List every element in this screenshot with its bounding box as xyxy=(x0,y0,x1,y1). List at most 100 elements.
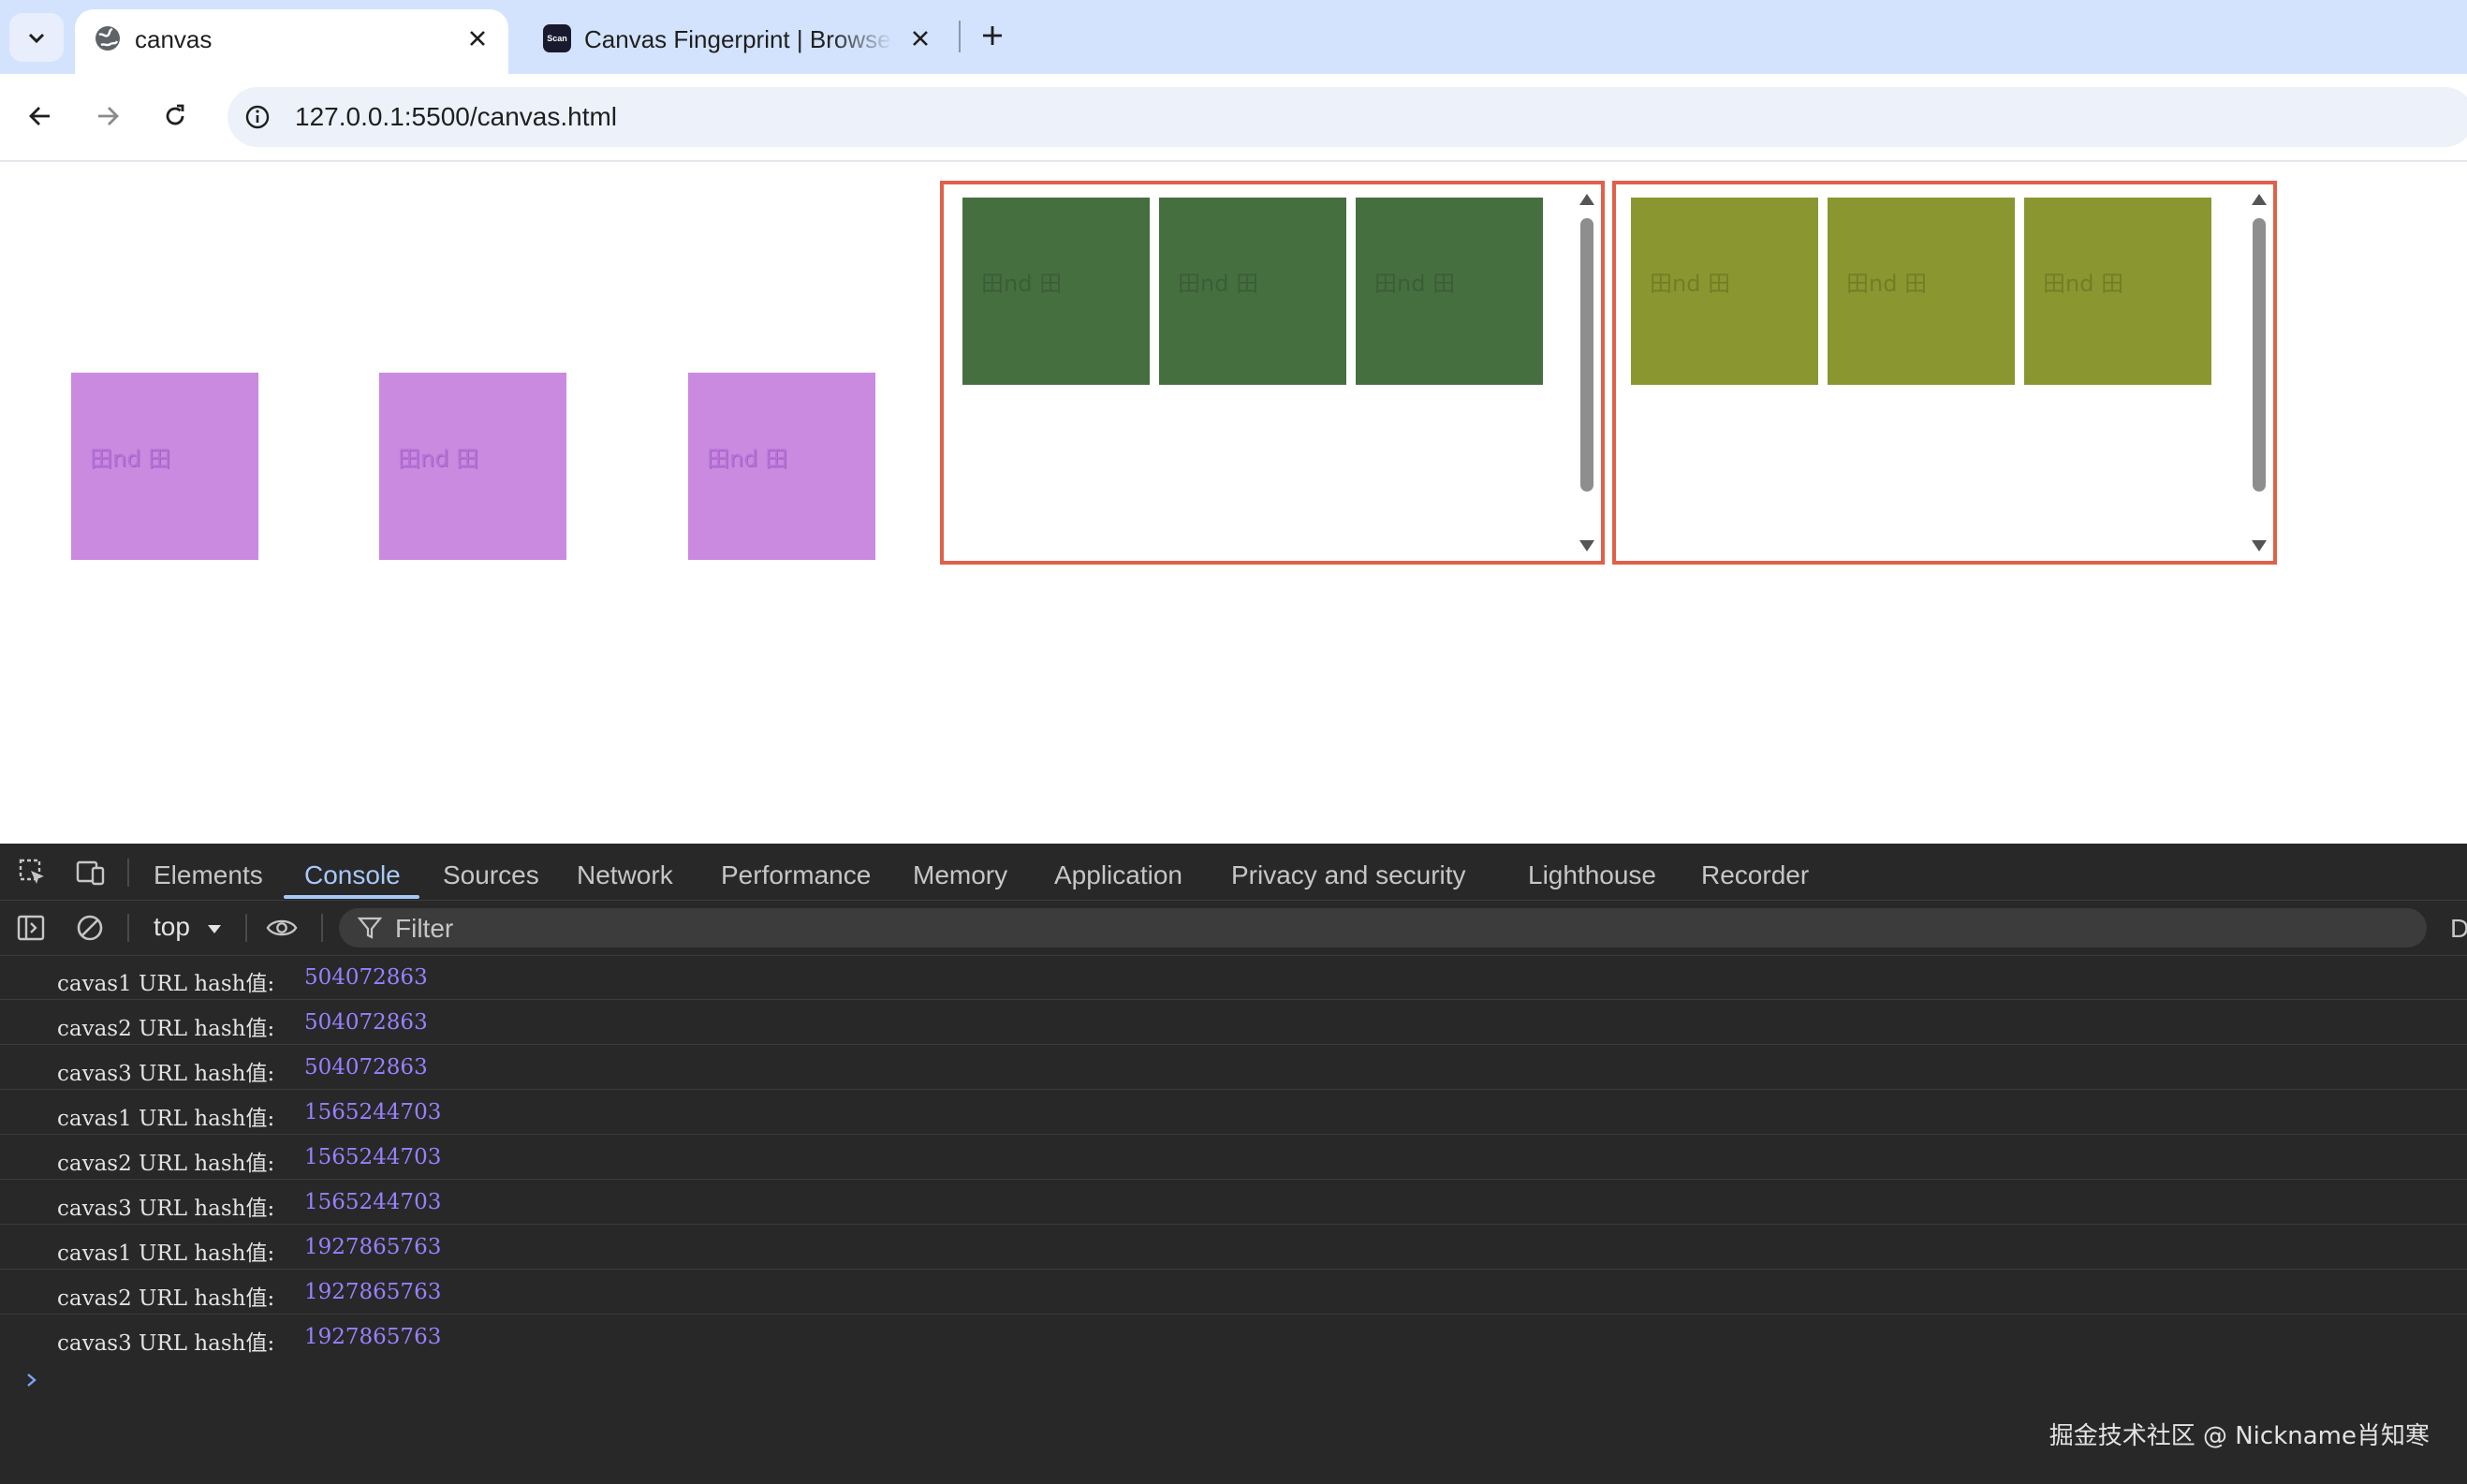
iframe-scrollbar[interactable] xyxy=(1577,190,1597,555)
devtools-tabbar: Elements Console Sources Network Perform… xyxy=(0,844,2467,901)
scroll-thumb[interactable] xyxy=(1580,218,1593,492)
inspect-element-icon[interactable] xyxy=(17,857,49,889)
canvas-2: 田nd 田 xyxy=(379,373,566,560)
tab-recorder[interactable]: Recorder xyxy=(1701,860,1809,890)
log-entry: cavas2 URL hash值: 1927865763 xyxy=(0,1271,2467,1315)
tab-network[interactable]: Network xyxy=(577,860,673,890)
console-prompt-chevron-icon[interactable] xyxy=(22,1371,41,1389)
plus-icon xyxy=(983,26,1002,45)
divider xyxy=(245,914,247,942)
tab-title: Canvas Fingerprint | BrowserScan xyxy=(584,25,893,53)
iframe-1[interactable]: 田nd 田 田nd 田 田nd 田 xyxy=(940,181,1605,565)
tab-performance[interactable]: Performance xyxy=(721,860,871,890)
tab-separator xyxy=(959,21,961,52)
canvas-fingerprint-text: 田nd 田 xyxy=(707,446,788,472)
site-info-icon[interactable] xyxy=(241,100,274,134)
iframe-canvas-1: 田nd 田 xyxy=(1631,198,1818,385)
divider xyxy=(127,914,129,942)
canvas-fingerprint-text: 田nd 田 xyxy=(1178,271,1259,297)
divider xyxy=(127,859,129,887)
iframe-canvas-3: 田nd 田 xyxy=(1356,198,1543,385)
log-entry: cavas1 URL hash值: 1927865763 xyxy=(0,1226,2467,1270)
iframe-scrollbar[interactable] xyxy=(2249,190,2269,555)
console-toolbar: top Filter D xyxy=(0,901,2467,956)
iframe-2[interactable]: 田nd 田 田nd 田 田nd 田 xyxy=(1612,181,2277,565)
log-entry: cavas3 URL hash值: 1565244703 xyxy=(0,1181,2467,1225)
iframe-canvas-3: 田nd 田 xyxy=(2024,198,2211,385)
log-label: cavas3 URL hash值: xyxy=(57,1197,275,1221)
canvas-fingerprint-text: 田nd 田 xyxy=(398,446,479,472)
scroll-up-icon[interactable] xyxy=(1579,194,1594,205)
tab-memory[interactable]: Memory xyxy=(913,860,1007,890)
eye-icon[interactable] xyxy=(266,912,298,944)
log-value: 1565244703 xyxy=(304,1100,442,1124)
canvas-fingerprint-text: 田nd 田 xyxy=(1650,271,1731,297)
log-entry: cavas2 URL hash值: 504072863 xyxy=(0,1001,2467,1045)
default-levels-dropdown[interactable]: D xyxy=(2450,914,2467,944)
scroll-up-icon[interactable] xyxy=(2252,194,2267,205)
browser-toolbar: 127.0.0.1:5500/canvas.html xyxy=(0,74,2467,162)
log-value: 504072863 xyxy=(304,1055,428,1080)
active-tab-indicator xyxy=(284,895,419,899)
console-log: cavas1 URL hash值: 504072863 cavas2 URL h… xyxy=(0,956,2467,1359)
sidebar-toggle-icon[interactable] xyxy=(15,912,47,944)
log-label: cavas1 URL hash值: xyxy=(57,972,275,996)
iframe-canvas-2: 田nd 田 xyxy=(1828,198,2015,385)
scroll-down-icon[interactable] xyxy=(2252,540,2267,551)
filter-input[interactable]: Filter xyxy=(339,908,2427,948)
log-value: 1927865763 xyxy=(304,1235,442,1259)
tab-browserscan[interactable]: Scan Canvas Fingerprint | BrowserScan xyxy=(524,9,951,66)
canvas-3: 田nd 田 xyxy=(688,373,875,560)
tab-elements[interactable]: Elements xyxy=(154,860,263,890)
address-url[interactable]: 127.0.0.1:5500/canvas.html xyxy=(295,102,617,132)
reload-button[interactable] xyxy=(154,95,197,138)
new-tab-button[interactable] xyxy=(976,19,1009,52)
tab-lighthouse[interactable]: Lighthouse xyxy=(1528,860,1656,890)
caret-down-icon[interactable] xyxy=(208,925,221,933)
tab-search-button[interactable] xyxy=(9,13,64,62)
canvas-fingerprint-text: 田nd 田 xyxy=(1374,271,1456,297)
back-button[interactable] xyxy=(19,95,62,138)
reload-icon xyxy=(166,104,184,125)
log-entry: cavas2 URL hash值: 1565244703 xyxy=(0,1136,2467,1180)
canvas-fingerprint-text: 田nd 田 xyxy=(90,446,171,472)
globe-icon xyxy=(95,26,120,51)
log-value: 1927865763 xyxy=(304,1325,442,1349)
iframe-canvas-2: 田nd 田 xyxy=(1159,198,1346,385)
context-select[interactable]: top xyxy=(154,912,190,942)
tab-canvas[interactable]: canvas xyxy=(75,9,508,74)
log-value: 504072863 xyxy=(304,965,428,990)
tab-privacy-security[interactable]: Privacy and security xyxy=(1231,860,1466,890)
divider xyxy=(321,914,323,942)
log-label: cavas1 URL hash值: xyxy=(57,1107,275,1131)
tab-console[interactable]: Console xyxy=(304,860,401,890)
clear-console-icon[interactable] xyxy=(74,912,106,944)
scan-icon: Scan xyxy=(543,24,571,52)
close-tab-icon[interactable] xyxy=(906,24,934,52)
device-toolbar-icon[interactable] xyxy=(75,857,107,889)
address-bar[interactable]: 127.0.0.1:5500/canvas.html xyxy=(228,87,2467,147)
log-entry: cavas3 URL hash值: 504072863 xyxy=(0,1046,2467,1090)
iframe-canvas-1: 田nd 田 xyxy=(962,198,1150,385)
log-value: 1565244703 xyxy=(304,1145,442,1169)
filter-placeholder: Filter xyxy=(395,914,454,943)
log-entry: cavas3 URL hash值: 1927865763 xyxy=(0,1315,2467,1359)
tab-application[interactable]: Application xyxy=(1054,860,1182,890)
filter-icon xyxy=(358,917,382,939)
forward-button[interactable] xyxy=(86,95,129,138)
log-label: cavas3 URL hash值: xyxy=(57,1062,275,1086)
close-tab-icon[interactable] xyxy=(463,24,492,52)
tab-title: canvas xyxy=(135,25,213,53)
log-value: 504072863 xyxy=(304,1010,428,1035)
log-label: cavas1 URL hash值: xyxy=(57,1242,275,1266)
canvas-fingerprint-text: 田nd 田 xyxy=(2043,271,2124,297)
tab-sources[interactable]: Sources xyxy=(443,860,539,890)
scroll-thumb[interactable] xyxy=(2253,218,2266,492)
canvas-fingerprint-text: 田nd 田 xyxy=(1846,271,1928,297)
log-label: cavas2 URL hash值: xyxy=(57,1286,275,1311)
canvas-fingerprint-text: 田nd 田 xyxy=(981,271,1063,297)
scroll-down-icon[interactable] xyxy=(1579,540,1594,551)
log-label: cavas2 URL hash值: xyxy=(57,1152,275,1176)
log-value: 1565244703 xyxy=(304,1190,442,1214)
page-content: 田nd 田 田nd 田 田nd 田 田nd 田 田nd 田 田nd 田 田nd … xyxy=(0,162,2467,844)
